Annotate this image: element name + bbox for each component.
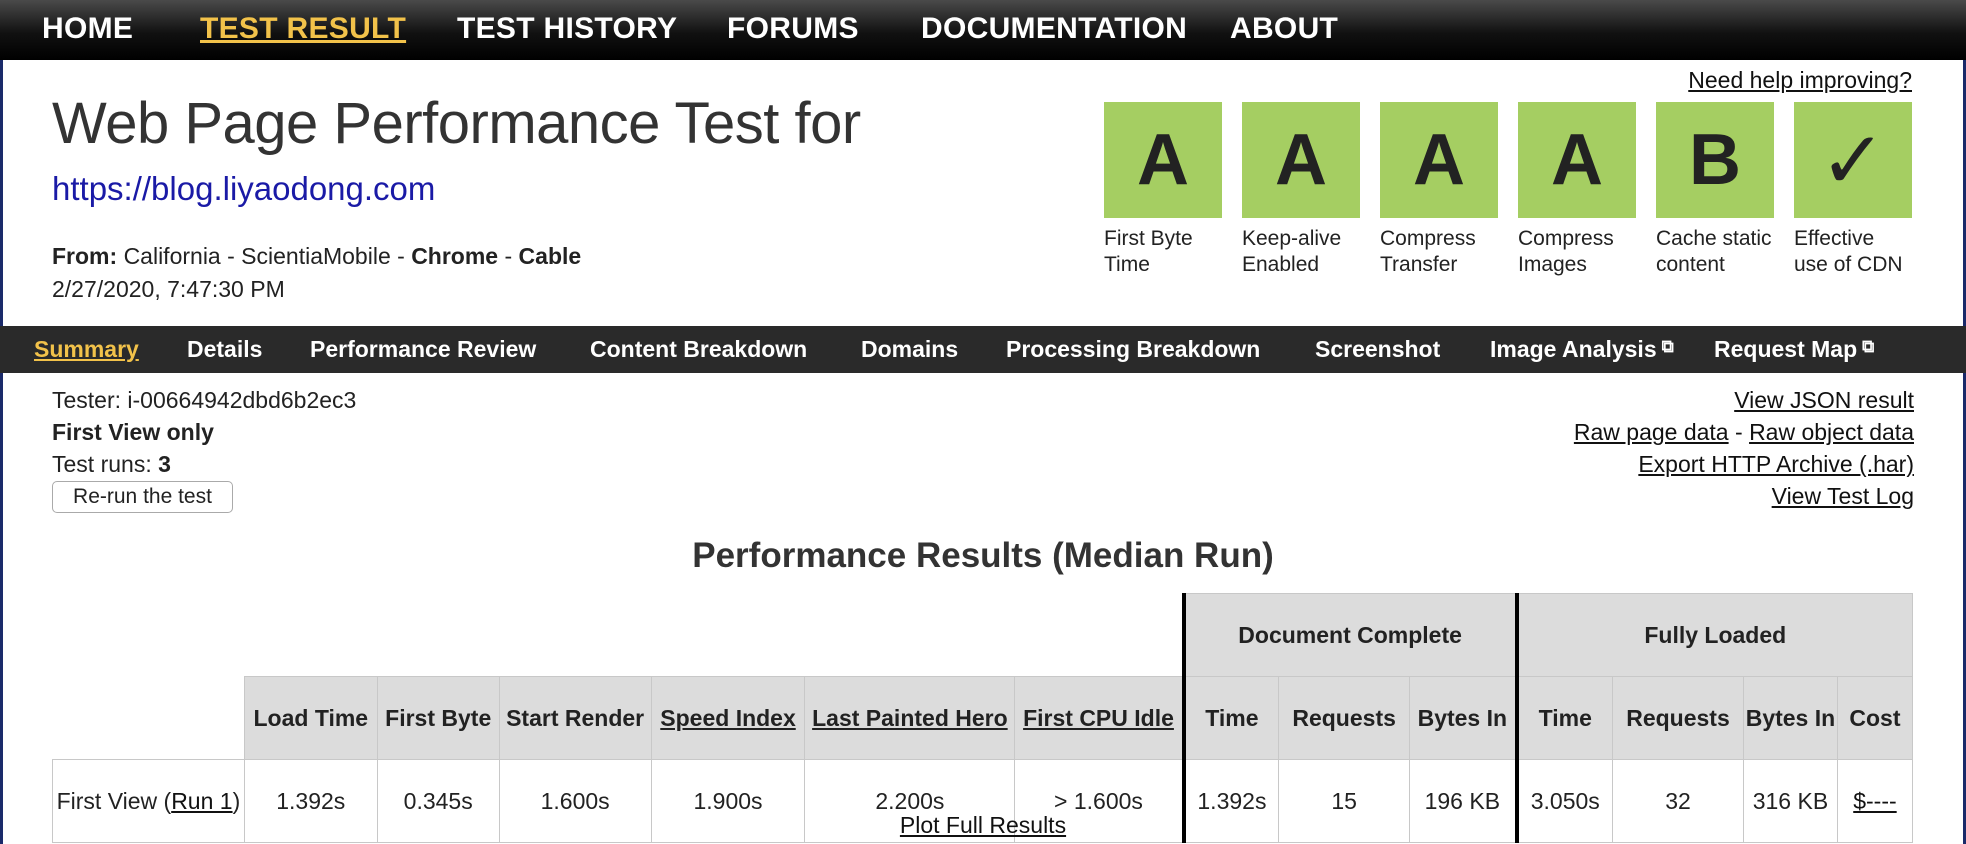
test-runs-value: 3 — [158, 451, 171, 477]
tab-summary[interactable]: Summary — [34, 336, 139, 363]
tab-performance-review[interactable]: Performance Review — [310, 336, 536, 363]
col-full-time: Time — [1514, 676, 1614, 760]
view-json-link[interactable]: View JSON result — [1734, 387, 1914, 413]
blank-cell — [52, 593, 1184, 677]
grade-box: A — [1242, 102, 1360, 218]
grade-compress-transfer[interactable]: A Compress Transfer — [1380, 102, 1498, 278]
col-doc-requests: Requests — [1278, 676, 1411, 760]
page-title: Web Page Performance Test for — [52, 91, 861, 156]
raw-page-data-link[interactable]: Raw page data — [1574, 419, 1729, 445]
col-doc-time: Time — [1181, 676, 1280, 760]
col-last-painted-hero[interactable]: Last Painted Hero — [804, 676, 1016, 760]
grade-cache-static[interactable]: B Cache static content — [1656, 102, 1774, 278]
grade-label: Keep-alive Enabled — [1242, 227, 1342, 276]
tab-domains[interactable]: Domains — [861, 336, 958, 363]
grade-label: Effective use of CDN — [1794, 227, 1903, 276]
nav-home[interactable]: HOME — [42, 12, 133, 46]
nav-test-result[interactable]: TEST RESULT — [200, 12, 406, 46]
col-cost: Cost — [1836, 676, 1914, 760]
grade-keep-alive[interactable]: A Keep-alive Enabled — [1242, 102, 1360, 278]
external-link-icon: ⧉ — [1661, 337, 1674, 357]
link-separator: - — [1735, 419, 1743, 445]
raw-data-row: Raw page data - Raw object data — [1574, 419, 1914, 446]
test-runs: Test runs: 3 — [52, 451, 171, 478]
json-link-row: View JSON result — [1734, 387, 1914, 414]
tab-label: Image Analysis — [1490, 336, 1657, 362]
grade-box: A — [1518, 102, 1636, 218]
log-link-row: View Test Log — [1772, 483, 1914, 510]
tab-image-analysis[interactable]: Image Analysis ⧉ — [1490, 336, 1674, 363]
from-location: California - ScientiaMobile - — [123, 243, 405, 269]
row-label-prefix: First View ( — [56, 787, 172, 814]
nav-forums[interactable]: FORUMS — [727, 12, 859, 46]
connection: Cable — [518, 243, 582, 269]
tab-processing-breakdown[interactable]: Processing Breakdown — [1006, 336, 1260, 363]
grade-label: Compress Images — [1518, 227, 1614, 276]
har-link-row: Export HTTP Archive (.har) — [1638, 451, 1914, 478]
test-from: From: California - ScientiaMobile - Chro… — [52, 243, 581, 270]
col-load-time: Load Time — [243, 676, 378, 760]
export-har-link[interactable]: Export HTTP Archive (.har) — [1638, 451, 1914, 477]
col-speed-index[interactable]: Speed Index — [650, 676, 806, 760]
col-full-bytes: Bytes In — [1742, 676, 1838, 760]
nav-about[interactable]: ABOUT — [1230, 12, 1338, 46]
col-first-cpu-idle[interactable]: First CPU Idle — [1014, 676, 1185, 760]
col-full-requests: Requests — [1612, 676, 1744, 760]
table-header-row: Load Time First Byte Start Render Speed … — [52, 676, 1914, 760]
grade-box: A — [1380, 102, 1498, 218]
view-test-log-link[interactable]: View Test Log — [1772, 483, 1914, 509]
row-label-suffix: ) — [232, 787, 241, 814]
grade-label: Compress Transfer — [1380, 227, 1476, 276]
col-first-byte: First Byte — [376, 676, 500, 760]
tab-content-breakdown[interactable]: Content Breakdown — [590, 336, 807, 363]
tab-label: Request Map — [1714, 336, 1858, 362]
browser: Chrome — [411, 243, 499, 269]
performance-results-table: Document Complete Fully Loaded Load Time… — [52, 593, 1914, 843]
test-runs-label: Test runs: — [52, 451, 152, 477]
grade-label: First Byte Time — [1104, 227, 1193, 276]
first-cpu-idle-link[interactable]: First CPU Idle — [1023, 705, 1174, 731]
results-title: Performance Results (Median Run) — [692, 536, 1274, 575]
tab-screenshot[interactable]: Screenshot — [1315, 336, 1440, 363]
table-group-header-row: Document Complete Fully Loaded — [52, 593, 1913, 677]
nav-documentation[interactable]: DOCUMENTATION — [921, 12, 1187, 46]
from-label: From: — [52, 243, 118, 269]
grade-compress-images[interactable]: A Compress Images — [1518, 102, 1636, 278]
result-tabs: Summary Details Performance Review Conte… — [0, 326, 1966, 373]
last-painted-hero-link[interactable]: Last Painted Hero — [812, 705, 1008, 731]
tab-request-map[interactable]: Request Map ⧉ — [1714, 336, 1874, 363]
test-datetime: 2/27/2020, 7:47:30 PM — [52, 276, 285, 302]
checkmark-icon: ✓ — [1794, 102, 1912, 218]
blank-cell — [52, 676, 245, 760]
tester-id: Tester: i-00664942dbd6b2ec3 — [52, 387, 357, 413]
cost-link[interactable]: $---- — [1853, 788, 1896, 814]
rerun-test-button[interactable]: Re-run the test — [52, 481, 233, 513]
grade-cdn[interactable]: ✓ Effective use of CDN — [1794, 102, 1912, 278]
grade-box: A — [1104, 102, 1222, 218]
run-1-link[interactable]: Run 1 — [171, 788, 232, 814]
group-document-complete: Document Complete — [1181, 593, 1518, 677]
tested-url-link[interactable]: https://blog.liyaodong.com — [52, 170, 435, 208]
view-mode: First View only — [52, 419, 214, 445]
group-fully-loaded: Fully Loaded — [1514, 593, 1913, 677]
help-improving-link[interactable]: Need help improving? — [1688, 67, 1912, 94]
grade-box: B — [1656, 102, 1774, 218]
plot-row: Plot Full Results — [0, 812, 1966, 839]
external-link-icon: ⧉ — [1862, 337, 1875, 357]
col-start-render: Start Render — [498, 676, 652, 760]
col-doc-bytes: Bytes In — [1409, 676, 1518, 760]
grade-first-byte[interactable]: A First Byte Time — [1104, 102, 1222, 278]
plot-full-results-link[interactable]: Plot Full Results — [900, 812, 1066, 838]
speed-index-link[interactable]: Speed Index — [660, 705, 795, 731]
nav-test-history[interactable]: TEST HISTORY — [457, 12, 677, 46]
raw-object-data-link[interactable]: Raw object data — [1749, 419, 1914, 445]
grade-label: Cache static content — [1656, 227, 1772, 276]
from-separator: - — [504, 243, 513, 269]
top-nav: HOME TEST RESULT TEST HISTORY FORUMS DOC… — [0, 0, 1966, 60]
tab-details[interactable]: Details — [187, 336, 262, 363]
